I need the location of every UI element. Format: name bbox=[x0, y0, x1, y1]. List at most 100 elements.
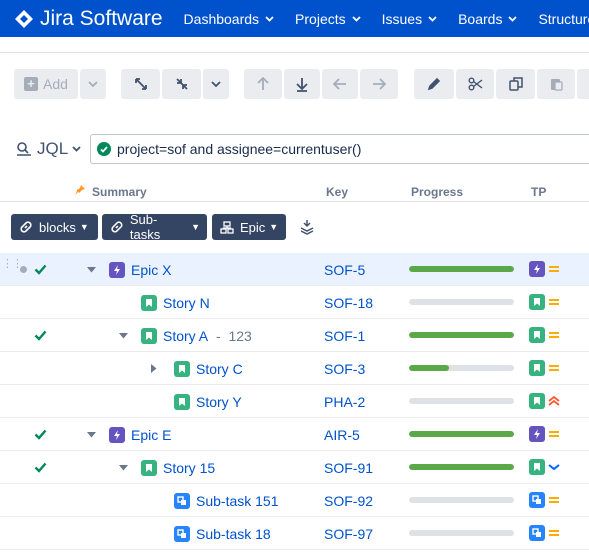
issue-summary-link[interactable]: Sub-task 151 bbox=[196, 493, 279, 509]
nav-dashboards[interactable]: Dashboards bbox=[184, 11, 275, 27]
group-blocks-button[interactable]: blocks ▼ bbox=[11, 214, 98, 240]
column-header-summary[interactable]: Summary bbox=[92, 185, 147, 199]
expand-button[interactable] bbox=[121, 69, 160, 99]
chevron-down-icon bbox=[265, 15, 274, 22]
table-row[interactable]: Story A - 123 SOF-1 bbox=[0, 319, 589, 352]
summary-cell: Sub-task 18 bbox=[174, 517, 271, 550]
issue-key-link[interactable]: AIR-5 bbox=[324, 427, 360, 443]
priority-medium-icon bbox=[549, 431, 559, 437]
issue-summary-link[interactable]: Epic E bbox=[131, 427, 171, 443]
expand-dropdown-button[interactable] bbox=[203, 69, 229, 99]
issue-summary-link[interactable]: Sub-task 18 bbox=[196, 526, 271, 542]
issue-summary-link[interactable]: Story A bbox=[163, 328, 208, 344]
collapse-toggle-icon[interactable] bbox=[119, 451, 128, 484]
issue-key-link[interactable]: SOF-1 bbox=[324, 328, 365, 344]
priority-medium-icon bbox=[549, 497, 559, 503]
issue-key-link[interactable]: SOF-91 bbox=[324, 460, 373, 476]
copy-icon bbox=[508, 77, 523, 91]
issue-key-link[interactable]: SOF-97 bbox=[324, 526, 373, 542]
priority-medium-icon bbox=[549, 530, 559, 536]
type-priority-cell bbox=[529, 360, 560, 376]
copy-button[interactable] bbox=[496, 69, 535, 99]
tp-epic-icon bbox=[529, 426, 545, 442]
collapse-toggle-icon[interactable] bbox=[87, 253, 96, 286]
issue-summary-link[interactable]: Story C bbox=[196, 361, 243, 377]
table-row[interactable]: Epic E AIR-5 bbox=[0, 418, 589, 451]
issue-summary-link[interactable]: Story 15 bbox=[163, 460, 215, 476]
table-row[interactable]: Story 15 SOF-91 bbox=[0, 451, 589, 484]
toolbar-divider bbox=[0, 52, 589, 53]
priority-medium-icon bbox=[549, 266, 559, 272]
collapse-toggle-icon[interactable] bbox=[87, 418, 96, 451]
nav-structure[interactable]: Structure bbox=[538, 11, 589, 27]
column-header-progress[interactable]: Progress bbox=[411, 185, 463, 199]
jira-logo[interactable]: Jira Software bbox=[14, 7, 163, 31]
table-row[interactable]: ⋮⋮ Epic X SOF-5 bbox=[0, 253, 589, 286]
jql-label: JQL bbox=[37, 139, 69, 158]
progress-fill bbox=[409, 332, 514, 338]
pin-icon[interactable] bbox=[74, 184, 86, 196]
tp-epic-icon bbox=[529, 261, 545, 277]
table-row[interactable]: Story C SOF-3 bbox=[0, 352, 589, 385]
move-down-button[interactable] bbox=[284, 69, 320, 99]
cut-button[interactable] bbox=[456, 69, 494, 99]
top-navigation: Jira Software Dashboards Projects Issues… bbox=[0, 0, 589, 37]
issue-key-link[interactable]: SOF-18 bbox=[324, 295, 373, 311]
link-icon bbox=[20, 221, 32, 233]
more-toolbar-button[interactable] bbox=[577, 69, 589, 99]
table-row[interactable]: Story N SOF-18 bbox=[0, 286, 589, 319]
expand-toggle-icon[interactable] bbox=[151, 352, 157, 385]
column-header-tp[interactable]: TP bbox=[531, 185, 546, 199]
valid-check-icon bbox=[97, 142, 111, 156]
search-list-icon bbox=[17, 142, 31, 156]
type-priority-cell bbox=[529, 393, 560, 409]
table-row[interactable]: Sub-task 18 SOF-97 bbox=[0, 517, 589, 550]
jql-input[interactable]: project=sof and assignee=currentuser() bbox=[90, 134, 589, 164]
chevron-down-icon bbox=[88, 81, 98, 87]
chevron-down-icon bbox=[508, 15, 518, 22]
group-blocks-label: blocks bbox=[39, 219, 76, 235]
add-dropdown-button[interactable] bbox=[80, 69, 106, 99]
nav-dashboards-label: Dashboards bbox=[183, 10, 260, 27]
nav-projects-label: Projects bbox=[295, 10, 346, 27]
tp-subtask-icon bbox=[529, 525, 545, 541]
pencil-icon bbox=[427, 77, 441, 91]
add-button[interactable]: + Add bbox=[14, 69, 78, 99]
summary-cell: Story A - 123 bbox=[141, 319, 252, 352]
nav-projects[interactable]: Projects bbox=[295, 11, 361, 27]
progress-bar bbox=[409, 332, 514, 338]
nav-boards[interactable]: Boards bbox=[458, 11, 518, 27]
move-right-button[interactable] bbox=[360, 69, 398, 99]
priority-medium-icon bbox=[549, 299, 559, 305]
jql-mode-switch[interactable]: JQL bbox=[16, 139, 81, 159]
group-subtasks-label: Sub-tasks bbox=[129, 212, 161, 242]
child-count-value: 123 bbox=[228, 327, 252, 344]
priority-medium-icon bbox=[549, 332, 559, 338]
subtask-icon bbox=[174, 525, 190, 542]
plus-icon: + bbox=[24, 77, 39, 91]
add-grouping-icon[interactable] bbox=[299, 219, 315, 235]
drag-handle-icon[interactable]: ⋮⋮ bbox=[2, 259, 23, 270]
issue-summary-link[interactable]: Story Y bbox=[196, 394, 242, 410]
move-up-button[interactable] bbox=[244, 69, 282, 99]
move-left-button[interactable] bbox=[322, 69, 358, 99]
issue-summary-link[interactable]: Story N bbox=[163, 295, 210, 311]
table-row[interactable]: Sub-task 151 SOF-92 bbox=[0, 484, 589, 517]
paste-button[interactable] bbox=[537, 69, 575, 99]
scissors-icon bbox=[468, 77, 482, 91]
issue-key-link[interactable]: PHA-2 bbox=[324, 394, 365, 410]
issue-key-link[interactable]: SOF-3 bbox=[324, 361, 365, 377]
issue-key-link[interactable]: SOF-5 bbox=[324, 262, 365, 278]
issue-key-link[interactable]: SOF-92 bbox=[324, 493, 373, 509]
collapse-toggle-icon[interactable] bbox=[119, 319, 128, 352]
progress-fill bbox=[409, 266, 514, 272]
edit-button[interactable] bbox=[414, 69, 454, 99]
collapse-button[interactable] bbox=[162, 69, 201, 99]
group-epic-button[interactable]: Epic ▼ bbox=[212, 214, 286, 240]
progress-fill bbox=[409, 431, 514, 437]
group-subtasks-button[interactable]: Sub-tasks ▼ bbox=[102, 212, 207, 242]
column-header-key[interactable]: Key bbox=[326, 185, 348, 199]
nav-issues[interactable]: Issues bbox=[382, 11, 437, 27]
table-row[interactable]: Story Y PHA-2 bbox=[0, 385, 589, 418]
issue-summary-link[interactable]: Epic X bbox=[131, 262, 171, 278]
